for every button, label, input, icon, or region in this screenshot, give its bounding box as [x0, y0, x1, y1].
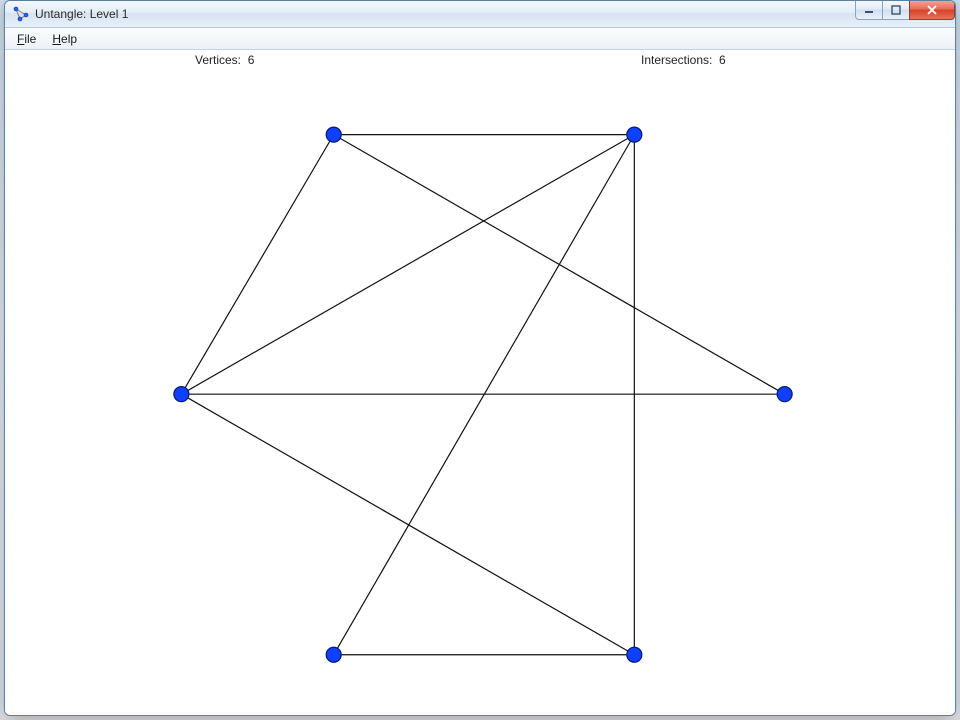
vertices-status: Vertices: 6	[195, 53, 254, 67]
close-button[interactable]	[909, 0, 955, 20]
menu-help-label: elp	[61, 32, 77, 46]
intersections-label: Intersections:	[641, 53, 712, 67]
title-bar[interactable]: Untangle: Level 1	[5, 1, 955, 28]
menu-help[interactable]: Help	[44, 30, 85, 48]
app-icon	[13, 6, 29, 22]
close-icon	[926, 5, 938, 15]
status-row: Vertices: 6 Intersections: 6	[5, 50, 955, 71]
graph-edge	[181, 134, 333, 394]
intersections-value: 6	[719, 53, 726, 67]
graph-vertex[interactable]	[326, 127, 341, 142]
window-title: Untangle: Level 1	[35, 7, 128, 21]
graph-edge	[181, 134, 634, 394]
minimize-icon	[864, 5, 874, 15]
menu-help-mnemonic: H	[52, 32, 61, 46]
graph-vertex[interactable]	[627, 647, 642, 662]
menu-file-label: ile	[24, 32, 36, 46]
graph-vertex[interactable]	[174, 386, 189, 401]
menu-file[interactable]: File	[9, 30, 44, 48]
maximize-icon	[891, 5, 901, 15]
window-controls	[856, 0, 955, 20]
vertices-label: Vertices:	[195, 53, 241, 67]
graph-vertex[interactable]	[326, 647, 341, 662]
menu-bar: File Help	[5, 28, 955, 50]
graph-svg	[5, 71, 955, 715]
graph-edge	[181, 394, 634, 655]
graph-vertex[interactable]	[627, 127, 642, 142]
maximize-button[interactable]	[882, 0, 910, 20]
vertices-value: 6	[248, 53, 255, 67]
edges-layer	[181, 134, 784, 654]
intersections-status: Intersections: 6	[641, 53, 726, 67]
graph-vertex[interactable]	[777, 386, 792, 401]
game-canvas[interactable]	[5, 71, 955, 715]
minimize-button[interactable]	[855, 0, 883, 20]
app-window: Untangle: Level 1 File Help	[4, 0, 956, 716]
